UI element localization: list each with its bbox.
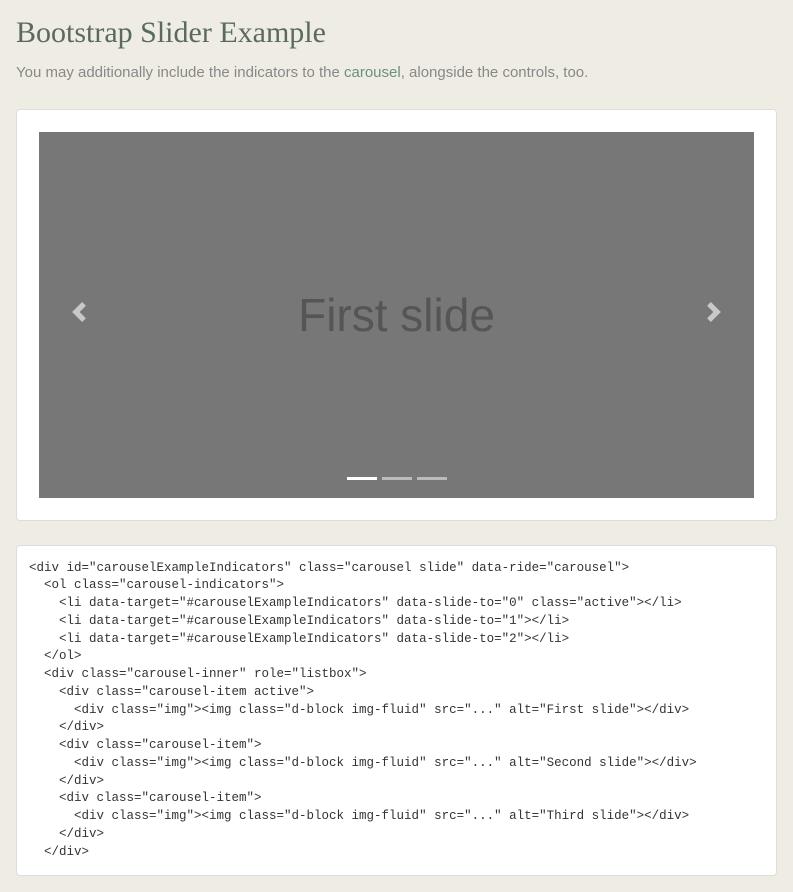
- intro-text-before: You may additionally include the indicat…: [16, 64, 344, 81]
- intro-paragraph: You may additionally include the indicat…: [16, 62, 777, 85]
- carousel-indicator-1[interactable]: [382, 477, 412, 480]
- carousel: First slide: [39, 132, 754, 498]
- page-title: Bootstrap Slider Example: [16, 16, 777, 50]
- chevron-right-icon: [704, 302, 724, 327]
- carousel-indicator-0[interactable]: [347, 477, 377, 480]
- carousel-prev-button[interactable]: [39, 132, 119, 498]
- carousel-panel: First slide: [16, 109, 777, 521]
- carousel-next-button[interactable]: [674, 132, 754, 498]
- chevron-left-icon: [69, 302, 89, 327]
- carousel-indicator-2[interactable]: [417, 477, 447, 480]
- carousel-link[interactable]: carousel: [344, 64, 401, 81]
- intro-text-after: , alongside the controls, too.: [401, 64, 589, 81]
- carousel-indicators: [347, 477, 447, 480]
- carousel-slide-text: First slide: [298, 288, 495, 342]
- code-example: <div id="carouselExampleIndicators" clas…: [16, 545, 777, 877]
